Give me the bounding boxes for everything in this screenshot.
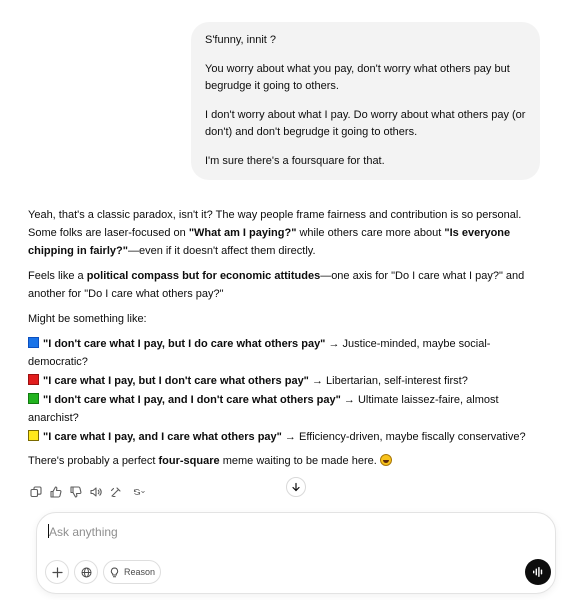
assistant-paragraph: Yeah, that's a classic paradox, isn't it… — [28, 206, 540, 260]
bold-phrase: "I don't care what I pay, but I do care … — [43, 338, 326, 350]
assistant-paragraph: Might be something like: — [28, 313, 147, 325]
lightbulb-icon — [110, 566, 119, 577]
quadrant-list: "I don't care what I pay, but I do care … — [28, 335, 540, 446]
prompt-input[interactable] — [49, 523, 489, 541]
bold-phrase: four-square — [158, 455, 220, 467]
globe-icon — [81, 567, 91, 577]
thumbs-up-icon[interactable] — [48, 484, 64, 500]
user-message-bubble: S'funny, innit ? You worry about what yo… — [191, 22, 540, 180]
user-message-line: I don't worry about what I pay. Do worry… — [205, 109, 526, 138]
waveform-icon — [533, 567, 543, 577]
user-message-line: S'funny, innit ? — [205, 34, 276, 46]
composer: Reason — [36, 512, 556, 594]
bold-phrase: "I don't care what I pay, and I don't ca… — [43, 394, 341, 406]
bold-phrase: "I care what I pay, and I care what othe… — [43, 431, 282, 443]
search-web-button[interactable] — [74, 560, 98, 584]
text-span: Feels like a — [28, 270, 87, 282]
add-attachment-button[interactable] — [45, 560, 69, 584]
red-square-icon — [28, 374, 39, 385]
copy-icon[interactable] — [28, 484, 44, 500]
green-square-icon — [28, 393, 39, 404]
text-span: → Libertarian, self-interest first? — [308, 375, 468, 387]
bold-phrase: political compass but for economic attit… — [86, 270, 321, 282]
bold-phrase: "I care what I pay, but I don't care wha… — [43, 375, 309, 387]
grinning-face-emoji-icon — [379, 454, 392, 466]
text-span: while others care more about — [296, 227, 445, 239]
text-span: —even if it doesn't affect them directly… — [127, 245, 316, 257]
assistant-message: Yeah, that's a classic paradox, isn't it… — [28, 206, 540, 477]
user-message-line: You worry about what you pay, don't worr… — [205, 63, 510, 92]
text-span: meme waiting to be made here. — [219, 455, 380, 467]
user-message-line: I'm sure there's a foursquare for that. — [205, 155, 385, 167]
edit-icon[interactable] — [108, 484, 124, 500]
text-span: → Efficiency-driven, maybe fiscally cons… — [281, 431, 526, 443]
list-item: "I care what I pay, and I care what othe… — [28, 428, 540, 446]
voice-mode-button[interactable] — [525, 559, 551, 585]
regenerate-icon[interactable] — [128, 484, 150, 500]
blue-square-icon — [28, 337, 39, 348]
list-item: "I don't care what I pay, but I do care … — [28, 335, 540, 371]
read-aloud-icon[interactable] — [88, 484, 104, 500]
list-item: "I care what I pay, but I don't care wha… — [28, 372, 540, 390]
message-actions — [28, 482, 150, 502]
thumbs-down-icon[interactable] — [68, 484, 84, 500]
assistant-paragraph: Feels like a political compass but for e… — [28, 267, 540, 303]
assistant-paragraph: There's probably a perfect four-square m… — [28, 452, 540, 470]
text-span: There's probably a perfect — [28, 455, 159, 467]
scroll-down-button[interactable] — [286, 477, 306, 497]
plus-icon — [51, 566, 63, 578]
arrow-down-icon — [292, 482, 300, 492]
bold-phrase: "What am I paying?" — [188, 227, 297, 239]
reason-label: Reason — [123, 567, 156, 577]
reason-button[interactable]: Reason — [103, 560, 161, 584]
yellow-square-icon — [28, 430, 39, 441]
list-item: "I don't care what I pay, and I don't ca… — [28, 391, 540, 427]
